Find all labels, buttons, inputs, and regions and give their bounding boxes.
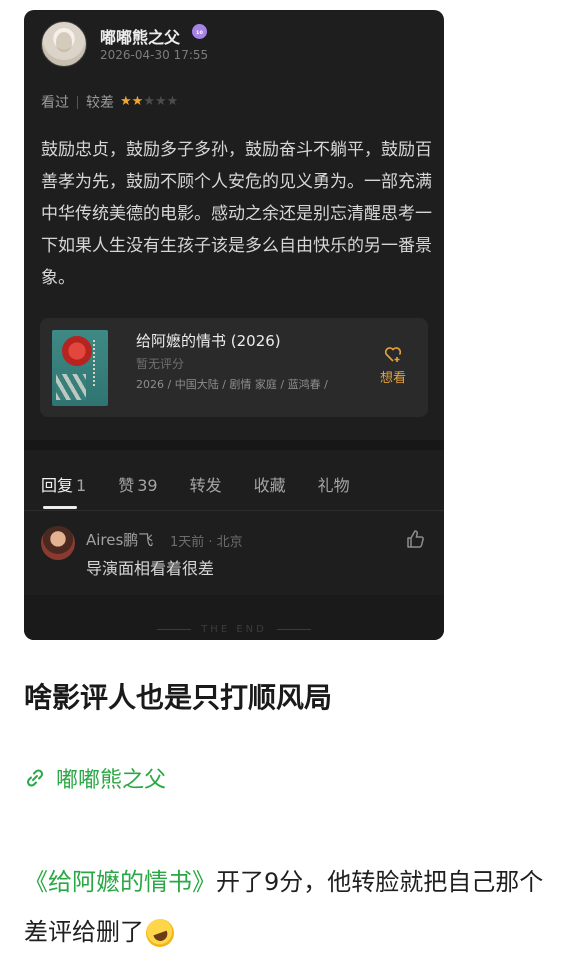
movie-title-link[interactable]: 《给阿嬷的情书》: [24, 868, 216, 896]
comment-meta: 1天前 · 北京: [170, 535, 243, 550]
rating-divider: [77, 95, 78, 109]
rating-row: 看过 较差 ★ ★ ★ ★ ★: [41, 92, 178, 112]
heart-plus-icon: [384, 347, 402, 362]
verdict-label: 较差: [86, 95, 114, 111]
tab-count: 39: [137, 476, 158, 495]
author-link-label[interactable]: 嘟嘟熊之父: [56, 762, 166, 794]
star-icon: ★: [154, 94, 167, 109]
link-icon: [26, 769, 44, 787]
tab-repost[interactable]: 转发: [190, 472, 222, 496]
review-text: 鼓励忠贞，鼓励多子多孙，鼓励奋斗不躺平，鼓励百善孝为先，鼓励不顾个人安危的见义勇…: [41, 140, 432, 288]
section-divider: [24, 440, 444, 450]
tab-collect[interactable]: 收藏: [254, 472, 286, 496]
end-marker: THE END: [24, 624, 444, 635]
thumbs-up-icon[interactable]: [406, 529, 426, 549]
post-time: 2026-04-30 17:55: [100, 48, 209, 62]
tab-label: 收藏: [253, 476, 286, 495]
tabs-divider: [24, 510, 444, 511]
review-screenshot-card: 嘟嘟熊之父 ₁₀ 2026-04-30 17:55 看过 较差 ★ ★ ★ ★ ★ 鼓励…: [24, 10, 444, 640]
movie-card[interactable]: 给阿嬷的情书 (2026) 暂无评分 2026 / 中国大陆 / 剧情 家庭 /…: [40, 318, 428, 417]
star-icon: ★: [120, 94, 132, 109]
tab-label: 转发: [189, 476, 222, 495]
tab-count: 1: [76, 476, 87, 495]
user-name[interactable]: 嘟嘟熊之父: [100, 24, 180, 48]
article-paragraph: 《给阿嬷的情书》开了9分，他转脸就把自己那个差评给删了: [24, 857, 549, 957]
seen-label: 看过: [41, 95, 69, 111]
tab-label: 赞: [118, 476, 135, 495]
tab-reply[interactable]: 回复 1: [41, 472, 87, 509]
author-link[interactable]: 嘟嘟熊之父: [24, 762, 166, 794]
want-label: 想看: [379, 371, 406, 386]
want-to-watch-button[interactable]: 想看: [376, 346, 410, 386]
movie-score: 暂无评分: [136, 357, 185, 371]
star-icon: ★: [131, 94, 144, 109]
star-icon: ★: [166, 94, 179, 109]
tab-gift[interactable]: 礼物: [318, 472, 350, 496]
level-badge-icon: ₁₀: [192, 24, 207, 39]
tab-like[interactable]: 赞 39: [118, 472, 157, 496]
comment-text: 导演面相看着很差: [86, 559, 215, 578]
rofl-emoji-icon: [142, 915, 178, 951]
interaction-tabs: 回复 1 赞 39 转发 收藏 礼物: [41, 472, 382, 509]
movie-title[interactable]: 给阿嬷的情书 (2026): [136, 330, 281, 351]
commenter-name[interactable]: Aires鹏飞: [86, 529, 153, 550]
tab-label: 礼物: [317, 476, 350, 495]
user-avatar[interactable]: [41, 21, 87, 67]
commenter-avatar[interactable]: [41, 526, 75, 560]
article-headline: 啥影评人也是只打顺风局: [24, 681, 333, 714]
star-icon: ★: [143, 94, 155, 109]
star-rating: ★ ★ ★ ★ ★: [120, 95, 178, 109]
tab-label: 回复: [41, 476, 74, 495]
movie-meta: 2026 / 中国大陆 / 剧情 家庭 / 蓝鸿春 /: [136, 378, 328, 391]
movie-poster[interactable]: [52, 330, 108, 406]
